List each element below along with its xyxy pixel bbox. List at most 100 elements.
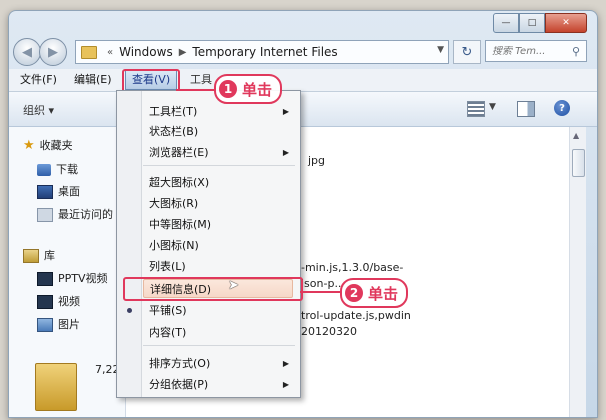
callout-2: 2 单击 [340, 278, 409, 308]
view-menu-item[interactable]: 中等图标(M) [143, 215, 293, 234]
view-menu-item[interactable]: 内容(T) [143, 323, 293, 342]
maximize-button[interactable]: □ [519, 13, 545, 33]
chevron-right-icon[interactable]: ▶ [179, 47, 187, 58]
menu-file[interactable]: 文件(F) [17, 72, 60, 88]
callout-text: 单击 [242, 80, 273, 99]
view-menu-item-label: 排序方式(O) [149, 357, 211, 370]
nav-favorites[interactable]: ★ 收藏夹 [23, 137, 73, 155]
folder-icon [35, 363, 77, 411]
view-menu-item[interactable]: 状态栏(B) [143, 122, 293, 141]
star-icon: ★ [23, 138, 35, 153]
explorer-window: — □ ✕ ◀ ▶ « Windows ▶ Temporary Internet… [8, 10, 598, 418]
view-menu-item[interactable]: 平铺(S) [143, 301, 293, 320]
menu-separator [143, 345, 295, 346]
view-menu-item-label: 状态栏(B) [149, 125, 199, 138]
recent-places-icon [37, 208, 53, 222]
callout-1: 1 单击 [214, 74, 283, 104]
file-name[interactable]: jpg [308, 154, 325, 167]
command-toolbar: 组织 ▾ ▼ ? [9, 92, 597, 127]
close-button[interactable]: ✕ [545, 13, 587, 33]
file-name[interactable]: 20120320 [301, 325, 357, 338]
navigation-row: ◀ ▶ « Windows ▶ Temporary Internet Files… [9, 35, 597, 67]
callout-text: 单击 [368, 284, 399, 303]
view-menu-item-label: 中等图标(M) [149, 218, 212, 231]
file-name[interactable]: -min.js,1.3.0/base- [301, 261, 403, 274]
nav-favorites-label: 收藏夹 [39, 139, 73, 152]
view-menu-item[interactable]: 浏览器栏(E) ▶ [143, 143, 293, 162]
scroll-thumb[interactable] [572, 149, 585, 177]
search-icon[interactable]: ⚲ [572, 45, 580, 58]
nav-pictures-label: 图片 [58, 318, 80, 331]
callout-number: 2 [345, 284, 363, 302]
view-menu-item[interactable]: 超大图标(X) [143, 173, 293, 192]
nav-recent-label: 最近访问的 [58, 208, 113, 221]
menu-bar: 文件(F) 编辑(E) 查看(V) 工具 [9, 69, 597, 92]
video-library-icon [37, 272, 53, 286]
nav-desktop[interactable]: 桌面 [37, 183, 80, 201]
library-icon [23, 249, 39, 263]
chevron-down-icon[interactable]: ▼ [437, 45, 444, 55]
view-menu-item-label: 列表(L) [149, 260, 186, 273]
view-dropdown-menu: 工具栏(T) ▶ 状态栏(B) 浏览器栏(E) ▶ 超大图标(X) 大图标(R) 中等图标(M… [116, 90, 303, 398]
scroll-up-icon[interactable]: ▲ [573, 131, 579, 140]
callout-connector [176, 89, 216, 91]
view-menu-item[interactable]: 大图标(R) [143, 194, 293, 213]
menu-separator [143, 165, 295, 166]
submenu-arrow-icon: ▶ [282, 107, 289, 116]
nav-libraries[interactable]: 库 [23, 247, 55, 265]
view-menu-item[interactable]: 列表(L) [143, 257, 293, 276]
back-button[interactable]: ◀ [13, 38, 41, 66]
video-library-icon [37, 295, 53, 309]
nav-downloads-label: 下载 [56, 163, 78, 176]
view-menu-item[interactable]: 工具栏(T) ▶ [143, 102, 293, 121]
refresh-button[interactable]: ↻ [453, 40, 481, 64]
nav-downloads[interactable]: 下载 [37, 161, 78, 179]
file-name[interactable]: json-p... [301, 277, 345, 290]
details-item-highlight [123, 277, 303, 301]
preview-pane-icon[interactable] [517, 101, 535, 117]
nav-desktop-label: 桌面 [58, 185, 80, 198]
caption-buttons: — □ ✕ [493, 13, 587, 33]
view-menu-item-label: 平铺(S) [149, 304, 187, 317]
view-menu-item[interactable]: 排序方式(O) ▶ [143, 354, 293, 373]
desktop-icon [37, 185, 53, 199]
help-icon[interactable]: ? [554, 100, 570, 116]
refresh-icon: ↻ [461, 44, 473, 60]
submenu-arrow-icon: ▶ [282, 148, 289, 157]
nav-libraries-label: 库 [44, 249, 55, 262]
view-menu-item[interactable]: 小图标(N) [143, 236, 293, 255]
breadcrumb-windows[interactable]: Windows [119, 45, 173, 59]
breadcrumb-temporary-internet-files[interactable]: Temporary Internet Files [192, 45, 337, 59]
search-input[interactable] [492, 45, 562, 57]
submenu-arrow-icon: ▶ [282, 359, 289, 368]
vertical-scrollbar[interactable]: ▲ [569, 127, 586, 417]
change-view-icon[interactable] [467, 101, 485, 117]
file-name[interactable]: trol-update.js,pwdin [301, 309, 411, 322]
view-dropdown-icon[interactable]: ▼ [489, 102, 496, 112]
view-menu-item[interactable]: 分组依据(P) ▶ [143, 375, 293, 394]
mouse-cursor-icon: ➤ [228, 278, 239, 293]
minimize-button[interactable]: — [493, 13, 519, 33]
callout-number: 1 [219, 80, 237, 98]
nav-pictures[interactable]: 图片 [37, 316, 80, 334]
menu-gutter [117, 91, 142, 397]
search-box[interactable]: ⚲ [485, 40, 587, 62]
nav-pptv[interactable]: PPTV视频 [37, 270, 108, 288]
view-menu-item-label: 分组依据(P) [149, 378, 209, 391]
submenu-arrow-icon: ▶ [282, 380, 289, 389]
view-menu-item-label: 大图标(R) [149, 197, 199, 210]
view-menu-item-label: 工具栏(T) [149, 105, 198, 118]
nav-videos[interactable]: 视频 [37, 293, 80, 311]
download-folder-icon [37, 164, 51, 176]
menu-tools[interactable]: 工具 [187, 72, 215, 88]
view-menu-item-label: 内容(T) [149, 326, 187, 339]
view-menu-item-label: 浏览器栏(E) [149, 146, 209, 159]
nav-recent[interactable]: 最近访问的 [37, 206, 113, 224]
organize-button[interactable]: 组织 ▾ [23, 102, 54, 118]
callout-connector [300, 291, 342, 293]
menu-edit[interactable]: 编辑(E) [71, 72, 115, 88]
view-menu-item-label: 超大图标(X) [149, 176, 210, 189]
forward-button[interactable]: ▶ [39, 38, 67, 66]
address-bar[interactable]: « Windows ▶ Temporary Internet Files ▼ [75, 40, 449, 64]
breadcrumb-overflow[interactable]: « [107, 47, 113, 58]
